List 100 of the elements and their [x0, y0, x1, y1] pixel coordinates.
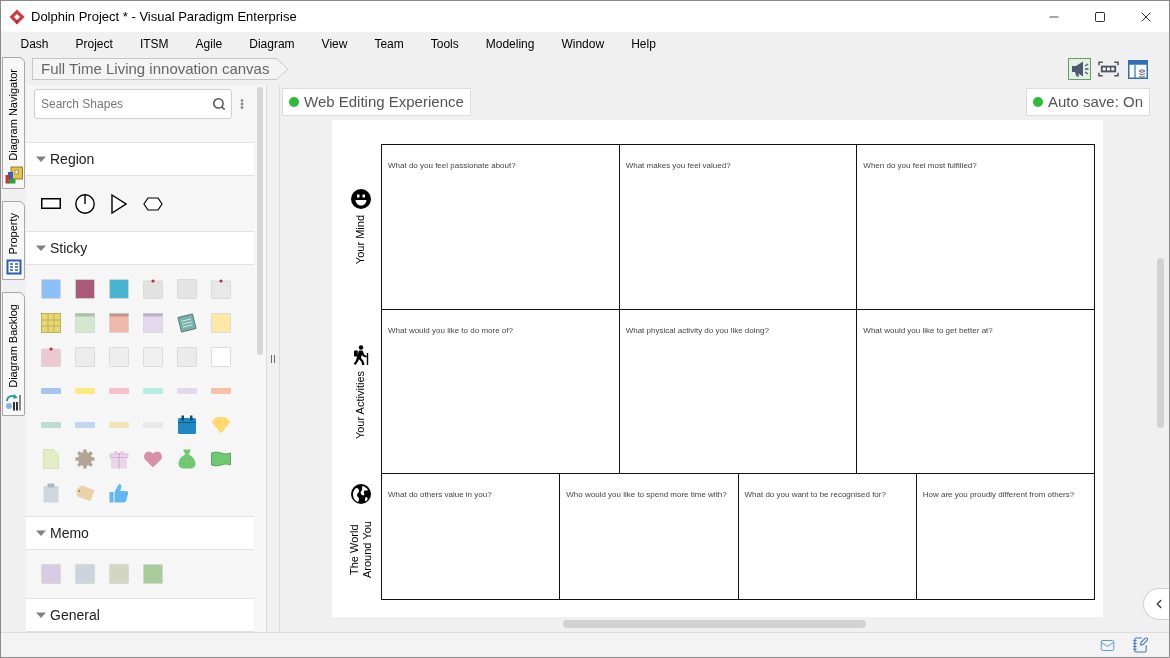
status-dot-icon — [289, 97, 299, 107]
circle-shape-icon[interactable] — [75, 193, 95, 214]
megaphone-button[interactable] — [1068, 58, 1091, 80]
side-tab[interactable]: Diagram Navigator — [2, 57, 25, 189]
horizontal-scrollbar-thumb[interactable] — [563, 620, 866, 628]
section-header[interactable]: Region — [26, 142, 254, 176]
search-field[interactable]: Search Shapes — [34, 89, 232, 119]
tape-icon[interactable] — [75, 388, 95, 394]
side-tab[interactable]: Property — [2, 200, 25, 281]
tape-icon[interactable] — [109, 422, 129, 428]
tape-icon[interactable] — [109, 388, 129, 394]
heart-icon[interactable] — [143, 450, 163, 468]
menu-item[interactable]: View — [308, 32, 361, 55]
canvas-cell[interactable]: What makes you feel valued? — [619, 145, 858, 310]
banded-note-icon[interactable] — [109, 313, 129, 333]
banner-icon[interactable] — [211, 451, 231, 467]
tape-icon[interactable] — [75, 422, 95, 428]
canvas-cell[interactable]: When do you feel most fulfilled? — [857, 145, 1095, 310]
sticky-note-icon[interactable] — [211, 347, 231, 367]
search-icon[interactable] — [212, 97, 226, 111]
canvas-cell[interactable]: What physical activity do you like doing? — [619, 310, 858, 474]
canvas-cell[interactable]: Who would you like to spend more time with? — [560, 474, 739, 600]
tag-icon[interactable] — [75, 484, 95, 502]
fit-to-screen-icon — [1098, 61, 1119, 77]
money-bag-icon[interactable] — [177, 449, 197, 469]
vertical-scrollbar-thumb[interactable] — [1156, 258, 1164, 428]
pinned-note-icon[interactable] — [143, 279, 163, 299]
sticky-note-icon[interactable] — [41, 279, 61, 299]
app-logo-icon — [9, 8, 25, 25]
menu-item[interactable]: Diagram — [235, 32, 309, 55]
section-header[interactable]: Memo — [26, 516, 254, 550]
section-title: Sticky — [50, 238, 88, 258]
menu-item[interactable]: Project — [62, 32, 127, 55]
sticky-note-icon[interactable] — [143, 564, 163, 584]
section-title: Region — [50, 149, 95, 169]
row-label: The World Around You — [347, 520, 374, 581]
tape-icon[interactable] — [41, 388, 61, 394]
tape-icon[interactable] — [177, 388, 197, 394]
caret-icon[interactable] — [36, 610, 46, 620]
caret-icon[interactable] — [36, 243, 46, 253]
caret-icon[interactable] — [36, 154, 46, 164]
menu-item[interactable]: Modeling — [472, 32, 548, 55]
notebook-pen-icon[interactable] — [1132, 636, 1149, 654]
sticky-note-icon[interactable] — [109, 279, 129, 299]
tape-icon[interactable] — [211, 388, 231, 394]
banded-note-icon[interactable] — [143, 313, 163, 333]
caret-icon[interactable] — [36, 528, 46, 538]
auto-save-label: Auto save: On — [1047, 91, 1143, 112]
document-icon[interactable] — [43, 449, 59, 469]
megaphone-icon — [1070, 61, 1089, 77]
section-header[interactable]: Sticky — [26, 231, 254, 265]
cell-prompt: What do you want to be recognised for? — [744, 490, 886, 499]
calendar-icon[interactable] — [177, 415, 197, 435]
canvas-cell[interactable]: How are you proudly different from others? — [916, 474, 1095, 600]
triangle-shape-icon[interactable] — [111, 193, 127, 214]
side-tab[interactable]: Diagram Backlog — [2, 292, 25, 417]
cell-prompt: What makes you feel valued? — [625, 161, 731, 170]
section-header[interactable]: General — [26, 598, 254, 632]
sticky-note-icon[interactable] — [75, 279, 95, 299]
canvas-cell[interactable]: What would you like to get better at? — [857, 310, 1095, 474]
canvas-cell[interactable]: What would you like to do more of? — [382, 310, 620, 474]
cell-prompt: What physical activity do you like doing? — [625, 326, 769, 335]
canvas-cell[interactable]: What do others value in you? — [382, 474, 561, 600]
breadcrumb[interactable]: Full Time Living innovation canvas — [32, 58, 289, 80]
rectangle-shape-icon[interactable] — [41, 198, 61, 209]
menu-item[interactable]: Dash — [7, 32, 62, 55]
grid-note-icon[interactable] — [41, 313, 61, 333]
maximize-icon[interactable] — [1094, 10, 1106, 23]
hexagon-shape-icon[interactable] — [143, 196, 163, 211]
menu-item[interactable]: Team — [360, 32, 418, 55]
gear-icon[interactable] — [75, 449, 95, 469]
mail-icon[interactable] — [1098, 637, 1117, 653]
stacked-pages-icon — [4, 165, 23, 184]
canvas-cell[interactable]: What do you feel passionate about? — [382, 145, 620, 310]
tape-icon[interactable] — [41, 422, 61, 428]
gift-icon[interactable] — [109, 449, 129, 469]
window-title: Dolphin Project * - Visual Paradigm Enterprise — [31, 7, 297, 26]
web-editing-badge[interactable]: Web Editing Experience — [282, 88, 471, 116]
web-editing-label: Web Editing Experience — [304, 91, 464, 112]
pinned-note-icon[interactable] — [211, 279, 231, 299]
scrollbar-thumb[interactable] — [257, 87, 263, 355]
notepad-icon[interactable] — [177, 313, 197, 333]
menu-item[interactable]: Help — [617, 32, 670, 55]
splitter-handle-icon[interactable] — [271, 354, 275, 363]
grinning-face-icon — [350, 189, 371, 210]
menu-item[interactable]: ITSM — [126, 32, 183, 55]
diamond-icon[interactable] — [211, 416, 231, 434]
menu-item[interactable]: Agile — [182, 32, 236, 55]
thumbs-up-icon[interactable] — [109, 483, 129, 503]
tape-icon[interactable] — [143, 388, 163, 394]
banded-note-icon[interactable] — [75, 313, 95, 333]
menu-item[interactable]: Window — [547, 32, 618, 55]
layout-button[interactable] — [1126, 58, 1149, 80]
clipboard-icon[interactable] — [43, 483, 59, 503]
menu-item[interactable]: Tools — [417, 32, 473, 55]
auto-save-badge[interactable]: Auto save: On — [1025, 88, 1150, 116]
cell-prompt: What would you like to do more of? — [388, 326, 513, 335]
canvas-cell[interactable]: What do you want to be recognised for? — [738, 474, 917, 600]
refresh-bars-icon — [4, 393, 23, 412]
pinned-note-icon[interactable] — [41, 347, 61, 367]
